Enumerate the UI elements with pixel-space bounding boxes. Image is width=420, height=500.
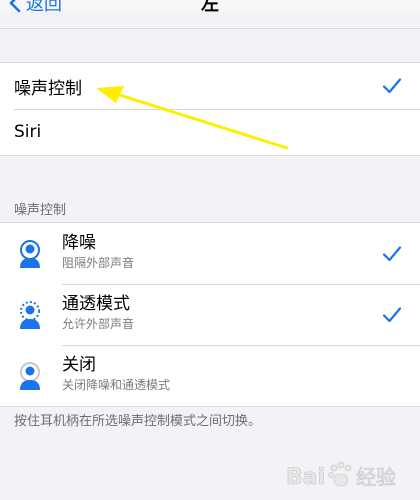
- section-header-noise-control: 噪声控制: [14, 203, 67, 218]
- svg-text:Bai: Bai: [286, 465, 325, 490]
- noise-cancellation-icon: [20, 239, 40, 268]
- mode-title: 降噪: [62, 233, 96, 253]
- watermark-logo: Bai 经验: [284, 456, 414, 496]
- option-label: 噪声控制: [14, 78, 82, 99]
- mode-off[interactable]: 关闭 关闭降噪和通透模式: [0, 345, 420, 406]
- mode-subtitle: 关闭降噪和通透模式: [62, 378, 171, 392]
- nav-divider: [0, 28, 420, 29]
- mode-title: 通透模式: [62, 294, 130, 314]
- mode-subtitle: 允许外部声音: [62, 317, 135, 331]
- press-hold-group: 噪声控制 Siri: [0, 62, 420, 156]
- svg-text:经验: 经验: [356, 465, 396, 489]
- mode-transparency[interactable]: 通透模式 允许外部声音: [0, 284, 420, 345]
- baidu-paw-icon: Bai 经验: [286, 461, 396, 490]
- mode-title: 关闭: [62, 355, 96, 375]
- off-icon: [20, 361, 40, 390]
- page-title: 左: [201, 0, 219, 15]
- footer-note: 按住耳机柄在所选噪声控制模式之间切换。: [14, 414, 262, 429]
- nav-bar: 返回 左: [0, 0, 420, 15]
- mode-noise-cancellation[interactable]: 降噪 阻隔外部声音: [0, 223, 420, 284]
- option-siri[interactable]: Siri: [0, 109, 420, 155]
- mode-subtitle: 阻隔外部声音: [62, 256, 135, 270]
- transparency-icon: [20, 300, 40, 329]
- option-noise-control[interactable]: 噪声控制: [0, 63, 420, 109]
- noise-mode-group: 降噪 阻隔外部声音 通透模式 允许外部声音 关闭 关闭降噪和通透模式: [0, 222, 420, 407]
- checkmark-icon: [382, 78, 402, 94]
- checkmark-icon: [382, 245, 402, 261]
- option-label: Siri: [14, 122, 42, 142]
- checkmark-icon: [382, 306, 402, 322]
